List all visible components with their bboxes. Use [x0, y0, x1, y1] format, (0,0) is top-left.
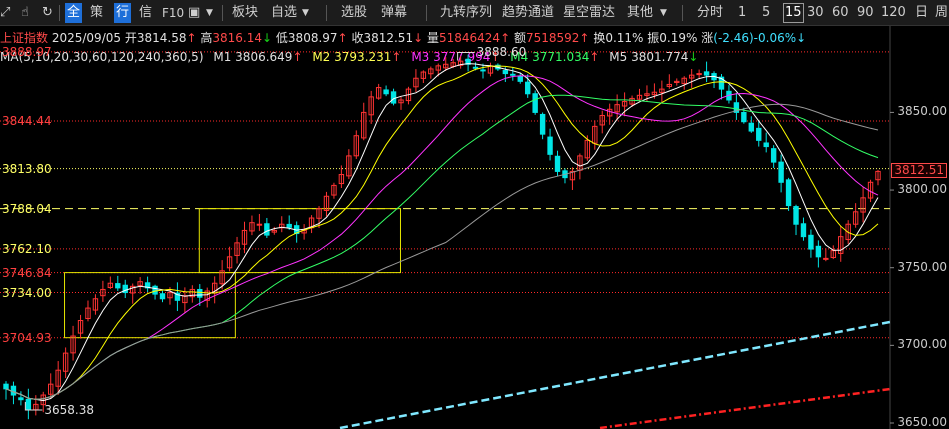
candle-body — [756, 127, 762, 141]
ma-line-m5 — [5, 103, 879, 400]
toolbar-divider — [426, 5, 427, 21]
candlestick-chart[interactable] — [0, 26, 949, 429]
candle-body — [532, 93, 538, 113]
candle-body — [815, 245, 822, 258]
refresh-icon[interactable]: ↻ — [42, 3, 53, 23]
toolbar-divider — [59, 5, 60, 21]
candle-body — [770, 148, 777, 163]
period-tab-5[interactable]: 5 — [762, 3, 770, 23]
hand-cursor-icon[interactable]: ☝ — [21, 3, 29, 23]
candle-body — [763, 142, 769, 148]
high-extreme-label: 3888.60 — [476, 45, 527, 60]
ma-line-m4 — [5, 94, 879, 400]
level-label: 3762.10 — [2, 241, 52, 256]
candle-body — [510, 73, 516, 76]
ma-line-m3 — [5, 75, 879, 400]
toolbar-divider — [682, 5, 683, 21]
candle-body — [823, 257, 829, 260]
candle-body — [808, 234, 814, 250]
candle-body — [25, 398, 32, 410]
sector-button[interactable]: 板块 — [232, 3, 258, 23]
candle-body — [152, 285, 158, 295]
candle-body — [159, 293, 166, 300]
candle-body — [748, 122, 754, 132]
period-tab-1[interactable]: 1 — [738, 3, 746, 23]
trend-line-red — [599, 387, 891, 429]
f10-button[interactable]: F10 — [162, 3, 184, 23]
row-button[interactable]: 行 — [114, 3, 132, 23]
axis-tick-label: 3700.00 — [897, 337, 947, 352]
candle-body — [778, 161, 784, 183]
candle-body — [197, 288, 203, 298]
period-tab-15[interactable]: 15 — [783, 3, 804, 23]
candle-body — [696, 73, 702, 76]
period-tab-120[interactable]: 120 — [881, 3, 906, 23]
axis-tick-label: 3750.00 — [897, 259, 947, 274]
candle-body — [554, 155, 561, 172]
candle-body — [472, 66, 479, 69]
candle-body — [539, 113, 546, 135]
candle-body — [115, 283, 121, 289]
star-radar-button[interactable]: 星空雷达 — [563, 3, 615, 23]
candle-body — [480, 69, 486, 72]
candle-body — [547, 136, 553, 155]
candle-body — [703, 71, 710, 76]
axis-tick-label: 3650.00 — [897, 415, 947, 429]
candle-body — [800, 223, 807, 238]
chevron-down-icon[interactable]: ▼ — [206, 3, 213, 23]
candle-body — [256, 223, 263, 226]
candle-body — [383, 89, 389, 95]
current-price-tag: 3812.51 — [891, 162, 947, 178]
period-tab-90[interactable]: 90 — [857, 3, 874, 23]
toolbar-divider — [326, 5, 327, 21]
period-tab-timeshare[interactable]: 分时 — [697, 3, 723, 23]
all-button[interactable]: 全 — [65, 3, 83, 23]
candle-body — [502, 70, 509, 75]
level-label: 3888.97 — [2, 44, 52, 59]
toolbar-divider — [222, 5, 223, 21]
candle-body — [3, 383, 9, 390]
level-label: 3844.44 — [2, 114, 52, 129]
candle-body — [286, 223, 292, 228]
candle-body — [793, 206, 799, 225]
level-label: 3746.84 — [2, 265, 52, 280]
barrage-button[interactable]: 弹幕 — [381, 3, 407, 23]
nine-turn-button[interactable]: 九转序列 — [440, 3, 492, 23]
period-tab-30[interactable]: 30 — [807, 3, 824, 23]
period-tab-day[interactable]: 日 — [915, 3, 928, 23]
level-label: 3813.80 — [2, 161, 52, 176]
expand-icon[interactable]: ⤢ — [0, 3, 10, 23]
window-icon[interactable]: ▣ — [188, 3, 200, 23]
axis-tick-label: 3800.00 — [897, 182, 947, 197]
toolbar: ⤢ ☝ ↻ 全 策 行 信 F10 ▣ ▼ 板块 自选 ▼ 选股 弹幕 九转序列… — [0, 0, 949, 26]
candle-body — [517, 75, 523, 82]
period-tab-60[interactable]: 60 — [832, 3, 849, 23]
candle-body — [390, 91, 397, 104]
info-button[interactable]: 信 — [139, 3, 152, 23]
candle-body — [264, 223, 270, 236]
chevron-down-icon[interactable]: ▼ — [660, 3, 667, 23]
chevron-down-icon[interactable]: ▼ — [302, 3, 309, 23]
axis-tick-label: 3850.00 — [897, 104, 947, 119]
low-extreme-label: 3658.38 — [44, 402, 94, 417]
level-label: 3788.04 — [2, 201, 52, 216]
watchlist-button[interactable]: 自选 — [271, 3, 297, 23]
candle-body — [525, 81, 531, 95]
strategy-button[interactable]: 策 — [90, 3, 103, 23]
trend-channel-button[interactable]: 趋势通道 — [502, 3, 554, 23]
period-tab-week[interactable]: 周 — [935, 3, 948, 23]
other-button[interactable]: 其他 — [627, 3, 653, 23]
candle-body — [741, 111, 747, 123]
candle-body — [785, 179, 792, 207]
level-label: 3734.00 — [2, 285, 52, 300]
stock-pick-button[interactable]: 选股 — [341, 3, 367, 23]
candle-body — [18, 397, 24, 401]
level-label: 3704.93 — [2, 330, 52, 345]
candle-body — [10, 385, 17, 396]
